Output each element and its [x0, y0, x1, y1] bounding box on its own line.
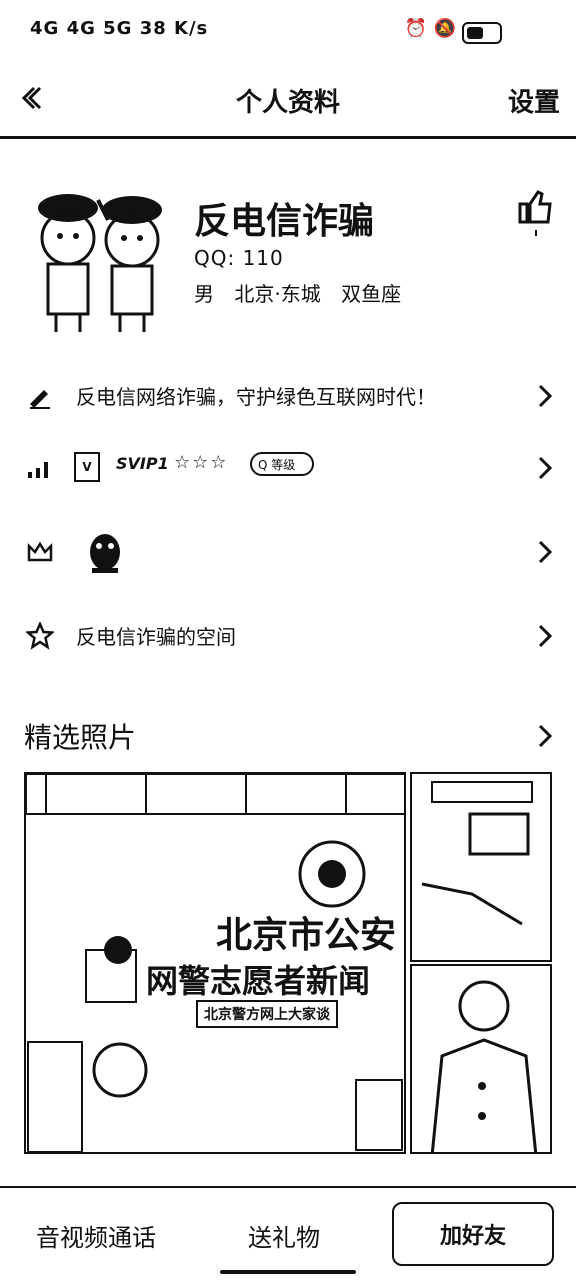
page-title: 个人资料 [235, 88, 340, 118]
gender: 男 [194, 282, 214, 306]
list-item-signature[interactable]: 反电信网络诈骗，守护绿色互联网时代！ [0, 368, 576, 424]
qq-number: QQ: 110 [194, 246, 284, 270]
chevron-right-icon[interactable] [534, 722, 556, 750]
list-item-space[interactable]: 反电信诈骗的空间 [0, 608, 576, 664]
q-level-pill: Q 等级 [250, 452, 314, 476]
level-icon [28, 462, 48, 478]
send-gift-button[interactable]: 送礼物 [248, 1218, 320, 1253]
thumb-up-icon [518, 190, 552, 236]
list-item-vip[interactable]: V SVIP1 ☆☆☆ Q 等级 [0, 440, 576, 496]
battery-icon [462, 22, 502, 44]
featured-photo-3[interactable] [410, 964, 552, 1154]
featured-photo-2[interactable] [410, 772, 552, 962]
featured-photos-title: 精选照片 [24, 721, 137, 754]
chevron-right-icon [538, 456, 553, 480]
zodiac: 双鱼座 [341, 282, 402, 306]
photo-banner-line1: 北京市公安 [216, 915, 397, 956]
chevron-right-icon [538, 540, 553, 564]
av-call-button[interactable]: 音视频通话 [36, 1218, 156, 1253]
level-stars: ☆☆☆ [174, 452, 229, 473]
list-item-badges[interactable] [0, 524, 576, 580]
featured-photo-1[interactable]: 北京市公安 网警志愿者新闻 北京警方网上大家谈 [24, 772, 406, 1154]
avatar[interactable] [16, 180, 180, 340]
crown-icon [27, 541, 53, 562]
vip-badge-icon: V [74, 452, 100, 482]
star-icon [26, 622, 54, 650]
status-icons: ⏰ 🔕 [404, 18, 456, 39]
signature-text: 反电信网络诈骗，守护绿色互联网时代！ [76, 385, 436, 409]
location: 北京·东城 [234, 282, 321, 306]
qq-penguin-icon [90, 534, 120, 573]
bottom-action-bar: 音视频通话 送礼物 加好友 [0, 1186, 576, 1282]
photo-banner-line3: 北京警方网上大家谈 [196, 1000, 338, 1028]
like-button[interactable] [516, 188, 556, 236]
settings-button[interactable]: 设置 [508, 82, 560, 119]
signal-indicators: 4G 4G 5G 38 K/s [30, 18, 209, 39]
top-nav: 个人资料 设置 [0, 64, 576, 139]
chevron-right-icon [538, 384, 553, 408]
home-indicator [220, 1270, 356, 1274]
chevron-right-icon [538, 624, 553, 648]
profile-name: 反电信诈骗 [194, 201, 375, 242]
space-text: 反电信诈骗的空间 [76, 625, 236, 649]
pencil-icon [30, 390, 50, 409]
vip-level: SVIP1 [116, 454, 169, 473]
profile-meta: 男 北京·东城 双鱼座 [194, 278, 415, 307]
status-bar: 4G 4G 5G 38 K/s ⏰ 🔕 [0, 0, 576, 64]
photo-banner-line2: 网警志愿者新闻 [146, 962, 371, 1000]
add-friend-button[interactable]: 加好友 [392, 1202, 554, 1266]
